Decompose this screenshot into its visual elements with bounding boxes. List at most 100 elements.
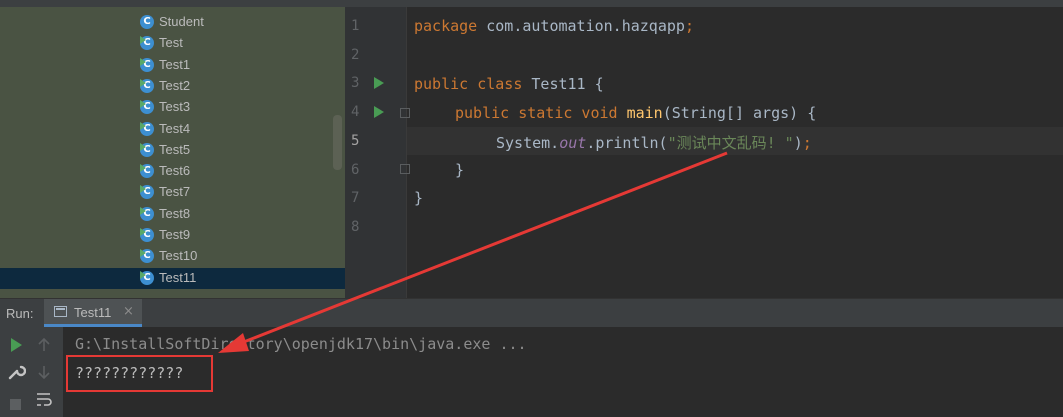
tree-item-label: Test4 — [159, 120, 191, 136]
keyword: public static void — [455, 104, 618, 122]
tree-item-label: Test11 — [159, 269, 197, 285]
runnable-badge-icon — [140, 185, 146, 194]
down-arrow-icon[interactable] — [34, 362, 54, 382]
wrench-icon[interactable] — [6, 362, 26, 382]
class-icon: C — [140, 15, 154, 29]
runnable-badge-icon — [140, 249, 146, 258]
run-gutter-icon[interactable] — [374, 77, 384, 89]
method-name: main — [626, 104, 663, 122]
line-number: 1 — [351, 18, 360, 34]
tree-item[interactable]: C Test1 — [0, 55, 345, 76]
runnable-badge-icon — [140, 164, 146, 173]
code-text: (String[] args) { — [662, 104, 817, 122]
class-icon: C — [140, 206, 154, 221]
tree-item[interactable]: C Test3 — [0, 97, 345, 118]
run-label: Run: — [6, 306, 34, 321]
class-icon: C — [140, 36, 154, 51]
tree-item-label: Test9 — [159, 227, 191, 242]
runnable-badge-icon — [140, 36, 146, 45]
class-icon: C — [140, 228, 154, 242]
console-icon — [54, 306, 67, 317]
code-line-1: package com.automation.hazqapp; — [414, 17, 694, 35]
run-tab-test11[interactable]: Test11 × — [44, 299, 142, 327]
console-command-line: G:\InstallSoftDirectory\openjdk17\bin\ja… — [75, 335, 527, 353]
line-number: 7 — [351, 190, 360, 207]
keyword: package — [414, 17, 478, 35]
up-arrow-icon[interactable] — [34, 335, 54, 355]
code-line-7: } — [414, 189, 424, 207]
class-icon: C — [140, 249, 154, 264]
class-icon: C — [140, 164, 154, 179]
fold-icon[interactable] — [400, 108, 410, 118]
field-name: out — [559, 134, 587, 152]
line-number: 2 — [351, 46, 360, 63]
line-number: 8 — [351, 218, 360, 235]
code-text: .println( — [586, 134, 668, 152]
class-icon: C — [140, 270, 154, 285]
class-icon: C — [140, 185, 154, 200]
tree-scrollbar[interactable] — [333, 115, 342, 170]
class-icon-letter: C — [143, 16, 151, 27]
run-gutter-icon[interactable] — [374, 106, 384, 118]
run-panel-header: Run: Test11 × — [0, 298, 1063, 327]
tree-item-label: Test7 — [159, 184, 191, 200]
tree-item[interactable]: C Test8 — [0, 204, 345, 225]
fold-icon[interactable] — [400, 164, 410, 174]
tree-item-label: Test2 — [159, 77, 191, 93]
stop-icon[interactable] — [6, 393, 26, 413]
annotation-highlight-box — [66, 355, 213, 392]
tree-item[interactable]: C Test4 — [0, 119, 345, 140]
runnable-badge-icon — [140, 228, 146, 236]
code-text: ; — [684, 17, 694, 35]
tree-item[interactable]: C Test10 — [0, 246, 345, 267]
run-toolbar — [0, 327, 63, 417]
tree-item-label: Test — [159, 35, 183, 51]
tree-item[interactable]: C Test7 — [0, 182, 345, 203]
code-text: com.automation.hazqapp — [477, 17, 685, 35]
tree-item[interactable]: C Test6 — [0, 161, 345, 182]
code-text: ; — [802, 134, 812, 152]
tree-item[interactable]: C Test2 — [0, 76, 345, 97]
runnable-badge-icon — [140, 57, 146, 66]
tree-item[interactable]: C Student — [0, 12, 345, 33]
tree-item-label: Test5 — [159, 141, 191, 157]
code-line-3: public class Test11 { — [414, 75, 604, 93]
tree-toolbar — [0, 0, 345, 7]
runnable-badge-icon — [140, 206, 146, 215]
code-line-4: public static void main(String[] args) { — [455, 104, 816, 122]
run-tab-label: Test11 — [74, 305, 112, 320]
string-literal: "测试中文乱码! " — [667, 134, 794, 152]
code-text: Test11 { — [522, 75, 604, 93]
tree-item-label: Test10 — [159, 248, 198, 264]
class-icon: C — [140, 142, 154, 157]
runnable-badge-icon — [140, 270, 146, 279]
code-line-5: System.out.println("测试中文乱码! "); — [496, 132, 812, 153]
class-icon: C — [140, 57, 154, 72]
editor-tabs-bar — [345, 0, 1063, 7]
rerun-icon[interactable] — [6, 335, 26, 355]
tree-item[interactable]: C Test — [0, 33, 345, 54]
runnable-badge-icon — [140, 78, 146, 87]
runnable-badge-icon — [140, 121, 146, 130]
line-number: 6 — [351, 161, 360, 178]
code-text: System. — [496, 134, 560, 152]
tree-item-label: Test8 — [159, 205, 191, 221]
line-number: 3 — [351, 75, 360, 92]
tree-item-label: Test3 — [159, 99, 191, 115]
class-icon: C — [140, 121, 154, 136]
soft-wrap-icon[interactable] — [34, 389, 54, 409]
tree-item-label: Test6 — [159, 163, 191, 179]
tree-item-label: Student — [159, 14, 204, 29]
project-tree: C Student C Test C Test1 C Test2 C Test3 C Test4 C Te… — [0, 0, 345, 298]
class-icon: C — [140, 78, 154, 93]
close-icon[interactable]: × — [123, 304, 134, 319]
tree-item[interactable]: C Test9 — [0, 225, 345, 246]
gutter-divider — [406, 7, 407, 298]
runnable-badge-icon — [140, 100, 146, 109]
tree-item[interactable]: C Test5 — [0, 140, 345, 161]
code-line-6: } — [455, 161, 465, 179]
line-number: 5 — [351, 132, 360, 149]
keyword: public class — [414, 75, 523, 93]
tree-item[interactable]: C Test11 — [0, 267, 345, 289]
tree-item-label: Test1 — [159, 56, 191, 72]
